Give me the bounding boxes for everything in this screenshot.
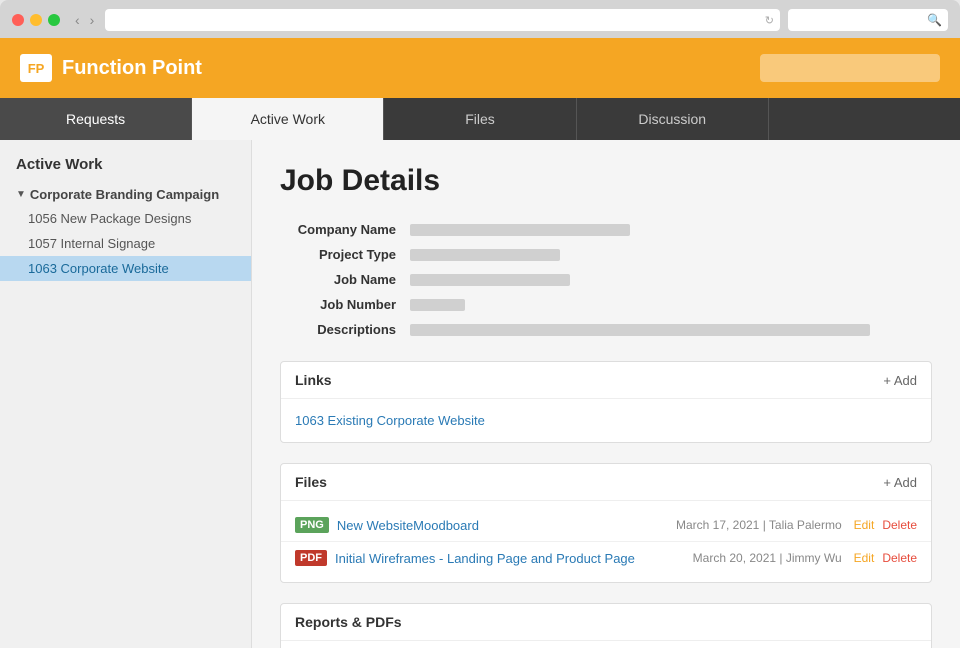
sidebar-group-label[interactable]: ▼ Corporate Branding Campaign xyxy=(0,183,251,206)
app-logo: FP Function Point xyxy=(20,54,202,82)
field-value-descriptions xyxy=(410,324,870,336)
browser-dots xyxy=(12,14,60,26)
tab-active-work[interactable]: Active Work xyxy=(192,98,384,140)
header-search-bar[interactable] xyxy=(760,54,940,82)
file-name-link-0[interactable]: New WebsiteMoodboard xyxy=(337,518,666,533)
forward-button[interactable]: › xyxy=(87,12,98,28)
files-title: Files xyxy=(295,474,327,490)
tab-requests[interactable]: Requests xyxy=(0,98,192,140)
field-label-project-type: Project Type xyxy=(280,247,410,262)
file-delete-button-1[interactable]: Delete xyxy=(882,551,917,565)
files-section: Files + Add PNG New WebsiteMoodboard Mar… xyxy=(280,463,932,583)
sidebar-item-1056[interactable]: 1056 New Package Designs xyxy=(0,206,251,231)
field-value-project-type xyxy=(410,249,560,261)
file-name-link-1[interactable]: Initial Wireframes - Landing Page and Pr… xyxy=(335,551,683,566)
field-value-job-number xyxy=(410,299,465,311)
files-add-button[interactable]: + Add xyxy=(883,475,917,490)
field-label-company: Company Name xyxy=(280,222,410,237)
sidebar-item-1063[interactable]: 1063 Corporate Website xyxy=(0,256,251,281)
table-row: PNG New WebsiteMoodboard March 17, 2021 … xyxy=(281,509,931,542)
field-label-job-number: Job Number xyxy=(280,297,410,312)
dot-yellow xyxy=(30,14,42,26)
links-body: 1063 Existing Corporate Website xyxy=(281,399,931,442)
browser-nav: ‹ › xyxy=(72,12,97,28)
links-add-button[interactable]: + Add xyxy=(883,373,917,388)
sidebar-section-title: Active Work xyxy=(0,156,251,183)
app-name: Function Point xyxy=(62,57,202,80)
refresh-icon: ↻ xyxy=(765,14,774,27)
dot-red xyxy=(12,14,24,26)
field-row-descriptions: Descriptions xyxy=(280,322,932,337)
field-row-job-name: Job Name xyxy=(280,272,932,287)
file-meta-1: March 20, 2021 | Jimmy Wu xyxy=(693,551,842,565)
tab-files[interactable]: Files xyxy=(384,98,576,140)
main-content: Active Work ▼ Corporate Branding Campaig… xyxy=(0,140,960,648)
field-row-job-number: Job Number xyxy=(280,297,932,312)
reports-body: PDF ▼ Corporate Webstie Schedule xyxy=(281,641,931,648)
dot-green xyxy=(48,14,60,26)
tab-discussion[interactable]: Discussion xyxy=(577,98,769,140)
table-row: PDF Initial Wireframes - Landing Page an… xyxy=(281,542,931,574)
file-actions-1: Edit Delete xyxy=(854,551,917,565)
fields-table: Company Name Project Type Job Name Job N… xyxy=(280,222,932,337)
links-section: Links + Add 1063 Existing Corporate Webs… xyxy=(280,361,932,443)
file-edit-button-1[interactable]: Edit xyxy=(854,551,875,565)
links-title: Links xyxy=(295,372,332,388)
links-section-header: Links + Add xyxy=(281,362,931,399)
files-body: PNG New WebsiteMoodboard March 17, 2021 … xyxy=(281,501,931,582)
content-panel: Job Details Company Name Project Type Jo… xyxy=(252,140,960,648)
browser-chrome: ‹ › ↻ 🔍 xyxy=(0,0,960,38)
file-actions-0: Edit Delete xyxy=(854,518,917,532)
reports-section-header: Reports & PDFs xyxy=(281,604,931,641)
sidebar-group-name: Corporate Branding Campaign xyxy=(30,187,219,202)
app-header: FP Function Point xyxy=(0,38,960,98)
caret-icon: ▼ xyxy=(16,189,26,200)
field-label-job-name: Job Name xyxy=(280,272,410,287)
link-existing-website[interactable]: 1063 Existing Corporate Website xyxy=(295,413,485,428)
url-bar[interactable]: ↻ xyxy=(105,9,780,31)
field-label-descriptions: Descriptions xyxy=(280,322,410,337)
file-delete-button-0[interactable]: Delete xyxy=(882,518,917,532)
back-button[interactable]: ‹ xyxy=(72,12,83,28)
field-row-company: Company Name xyxy=(280,222,932,237)
page-title: Job Details xyxy=(280,164,932,198)
file-type-badge-png: PNG xyxy=(295,517,329,533)
field-value-company xyxy=(410,224,630,236)
sidebar-item-1057[interactable]: 1057 Internal Signage xyxy=(0,231,251,256)
list-item: 1063 Existing Corporate Website xyxy=(281,407,931,434)
file-type-badge-pdf: PDF xyxy=(295,550,327,566)
sidebar: Active Work ▼ Corporate Branding Campaig… xyxy=(0,140,252,648)
logo-icon: FP xyxy=(20,54,52,82)
field-value-job-name xyxy=(410,274,570,286)
browser-search[interactable]: 🔍 xyxy=(788,9,948,31)
reports-title: Reports & PDFs xyxy=(295,614,402,630)
tab-extra[interactable] xyxy=(769,98,960,140)
reports-section: Reports & PDFs PDF ▼ Corporate Webstie S… xyxy=(280,603,932,648)
tab-nav: Requests Active Work Files Discussion xyxy=(0,98,960,140)
file-meta-0: March 17, 2021 | Talia Palermo xyxy=(676,518,842,532)
search-icon: 🔍 xyxy=(927,13,942,27)
app-container: FP Function Point Requests Active Work F… xyxy=(0,38,960,648)
files-section-header: Files + Add xyxy=(281,464,931,501)
field-row-project-type: Project Type xyxy=(280,247,932,262)
file-edit-button-0[interactable]: Edit xyxy=(854,518,875,532)
